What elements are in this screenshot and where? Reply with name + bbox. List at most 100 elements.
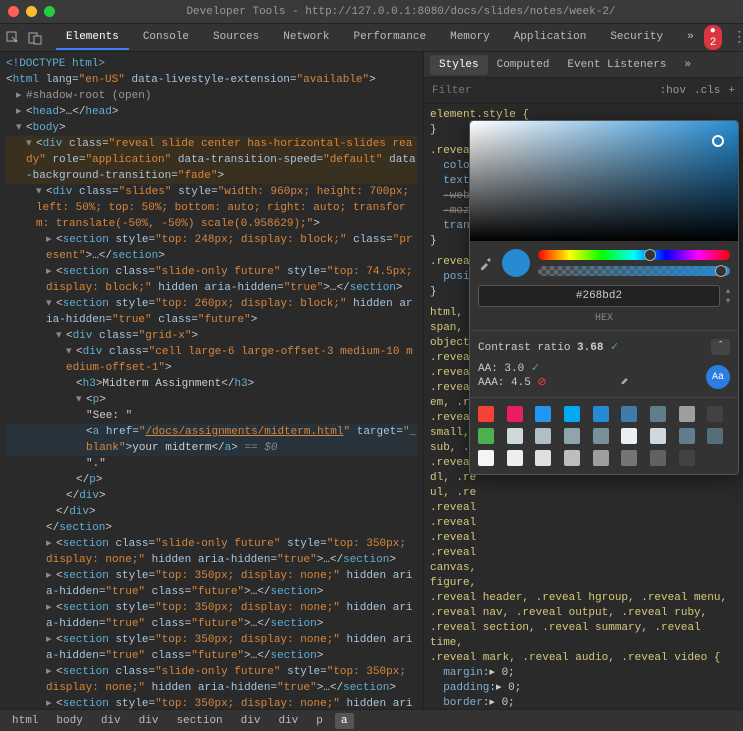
color-field[interactable] — [470, 121, 738, 241]
palette-swatch[interactable] — [621, 428, 637, 444]
color-picker-handle[interactable] — [712, 135, 724, 147]
error-badge[interactable]: ● 2 — [704, 25, 723, 50]
section-node[interactable]: ▾<section style="top: 260px; display: bl… — [6, 296, 417, 328]
head-node[interactable]: ▸<head>…</head> — [6, 104, 417, 120]
tab-memory[interactable]: Memory — [440, 26, 500, 50]
styles-filter-input[interactable] — [432, 85, 652, 97]
hov-toggle[interactable]: :hov — [660, 85, 686, 97]
gridx-node[interactable]: ▾<div class="grid-x"> — [6, 328, 417, 344]
section-node[interactable]: ▸<section style="top: 350px; display: no… — [6, 696, 417, 709]
palette-swatch[interactable] — [650, 450, 666, 466]
rtabs-overflow[interactable]: » — [675, 55, 700, 75]
tab-performance[interactable]: Performance — [343, 26, 436, 50]
palette-swatch[interactable] — [707, 428, 723, 444]
palette-swatch[interactable] — [507, 428, 523, 444]
crumb-body[interactable]: body — [50, 713, 88, 729]
reveal-div-node[interactable]: ▾<div class="reveal slide center has-hor… — [6, 136, 417, 184]
cls-toggle[interactable]: .cls — [694, 85, 720, 97]
crumb-div[interactable]: div — [235, 713, 267, 729]
contrast-collapse-icon[interactable]: ˆ — [711, 339, 730, 355]
text-node[interactable]: "See: " — [6, 408, 417, 424]
shadow-root-node[interactable]: ▸#shadow-root (open) — [6, 88, 417, 104]
hex-input[interactable] — [478, 285, 720, 307]
section-node[interactable]: ▸<section style="top: 350px; display: no… — [6, 568, 417, 600]
kebab-menu-icon[interactable]: ⋮ — [732, 29, 743, 46]
eyedropper-icon[interactable] — [478, 255, 494, 271]
palette-swatch[interactable] — [593, 406, 609, 422]
alpha-knob[interactable] — [715, 265, 727, 277]
minimize-window-icon[interactable] — [26, 6, 37, 17]
inspect-icon[interactable] — [6, 30, 20, 46]
alpha-slider[interactable] — [538, 266, 730, 276]
close-window-icon[interactable] — [8, 6, 19, 17]
rtab-event-listeners[interactable]: Event Listeners — [558, 55, 675, 75]
html-node[interactable]: <html lang="en-US" data-livestyle-extens… — [6, 72, 417, 88]
palette-swatch[interactable] — [535, 406, 551, 422]
dom-tree[interactable]: <!DOCTYPE html> <html lang="en-US" data-… — [0, 52, 423, 709]
crumb-div[interactable]: div — [133, 713, 165, 729]
hue-slider[interactable] — [538, 250, 730, 260]
palette-swatch[interactable] — [679, 450, 695, 466]
cell-node[interactable]: ▾<div class="cell large-6 large-offset-3… — [6, 344, 417, 376]
tab-console[interactable]: Console — [133, 26, 199, 50]
p-node[interactable]: ▾<p> — [6, 392, 417, 408]
hue-knob[interactable] — [644, 249, 656, 261]
palette-swatch[interactable] — [593, 450, 609, 466]
palette-swatch[interactable] — [593, 428, 609, 444]
text-node[interactable]: "." — [6, 456, 417, 472]
tabs-overflow[interactable]: » — [677, 26, 704, 50]
palette-swatch[interactable] — [564, 406, 580, 422]
section-node[interactable]: ▸<section style="top: 248px; display: bl… — [6, 232, 417, 264]
section-node[interactable]: ▸<section style="top: 350px; display: no… — [6, 632, 417, 664]
close-node[interactable]: </section> — [6, 520, 417, 536]
rtab-styles[interactable]: Styles — [430, 55, 488, 75]
palette-swatch[interactable] — [621, 406, 637, 422]
tab-network[interactable]: Network — [273, 26, 339, 50]
palette-swatch[interactable] — [650, 406, 666, 422]
palette-swatch[interactable] — [564, 428, 580, 444]
palette-swatch[interactable] — [535, 450, 551, 466]
palette-swatch[interactable] — [707, 406, 723, 422]
styles-filter-bar: :hov .cls + — [424, 78, 743, 104]
maximize-window-icon[interactable] — [44, 6, 55, 17]
h3-node[interactable]: <h3>Midterm Assignment</h3> — [6, 376, 417, 392]
new-rule-button[interactable]: + — [728, 85, 735, 97]
section-node[interactable]: ▸<section class="slide-only future" styl… — [6, 536, 417, 568]
palette-swatch[interactable] — [650, 428, 666, 444]
palette-swatch[interactable] — [535, 428, 551, 444]
section-node[interactable]: ▸<section class="slide-only future" styl… — [6, 664, 417, 696]
a-node-selected[interactable]: <a href="/docs/assignments/midterm.html"… — [6, 424, 417, 456]
close-node[interactable]: </div> — [6, 488, 417, 504]
palette-swatch[interactable] — [564, 450, 580, 466]
crumb-p[interactable]: p — [310, 713, 329, 729]
close-node[interactable]: </div> — [6, 504, 417, 520]
palette-swatch[interactable] — [478, 406, 494, 422]
palette-swatch[interactable] — [679, 428, 695, 444]
palette-swatch[interactable] — [679, 406, 695, 422]
palette-swatch[interactable] — [621, 450, 637, 466]
palette-swatch[interactable] — [478, 428, 494, 444]
crumb-div[interactable]: div — [95, 713, 127, 729]
palette-swatch[interactable] — [478, 450, 494, 466]
section-node[interactable]: ▸<section class="slide-only future" styl… — [6, 264, 417, 296]
tab-elements[interactable]: Elements — [56, 26, 129, 50]
tab-sources[interactable]: Sources — [203, 26, 269, 50]
crumb-div[interactable]: div — [272, 713, 304, 729]
tab-security[interactable]: Security — [600, 26, 673, 50]
crumb-a[interactable]: a — [335, 713, 354, 729]
bg-eyedropper-icon[interactable] — [619, 371, 633, 389]
palette-swatch[interactable] — [507, 406, 523, 422]
palette-swatch[interactable] — [507, 450, 523, 466]
tab-application[interactable]: Application — [504, 26, 597, 50]
crumb-section[interactable]: section — [170, 713, 228, 729]
device-toggle-icon[interactable] — [28, 30, 42, 46]
palette-swatch[interactable] — [707, 450, 723, 466]
format-toggle-icon[interactable]: ▴▾ — [726, 285, 730, 307]
crumb-html[interactable]: html — [6, 713, 44, 729]
close-node[interactable]: </p> — [6, 472, 417, 488]
doctype-node[interactable]: <!DOCTYPE html> — [6, 56, 417, 72]
section-node[interactable]: ▸<section style="top: 350px; display: no… — [6, 600, 417, 632]
body-node[interactable]: ▾<body> — [6, 120, 417, 136]
slides-div-node[interactable]: ▾<div class="slides" style="width: 960px… — [6, 184, 417, 232]
rtab-computed[interactable]: Computed — [488, 55, 559, 75]
